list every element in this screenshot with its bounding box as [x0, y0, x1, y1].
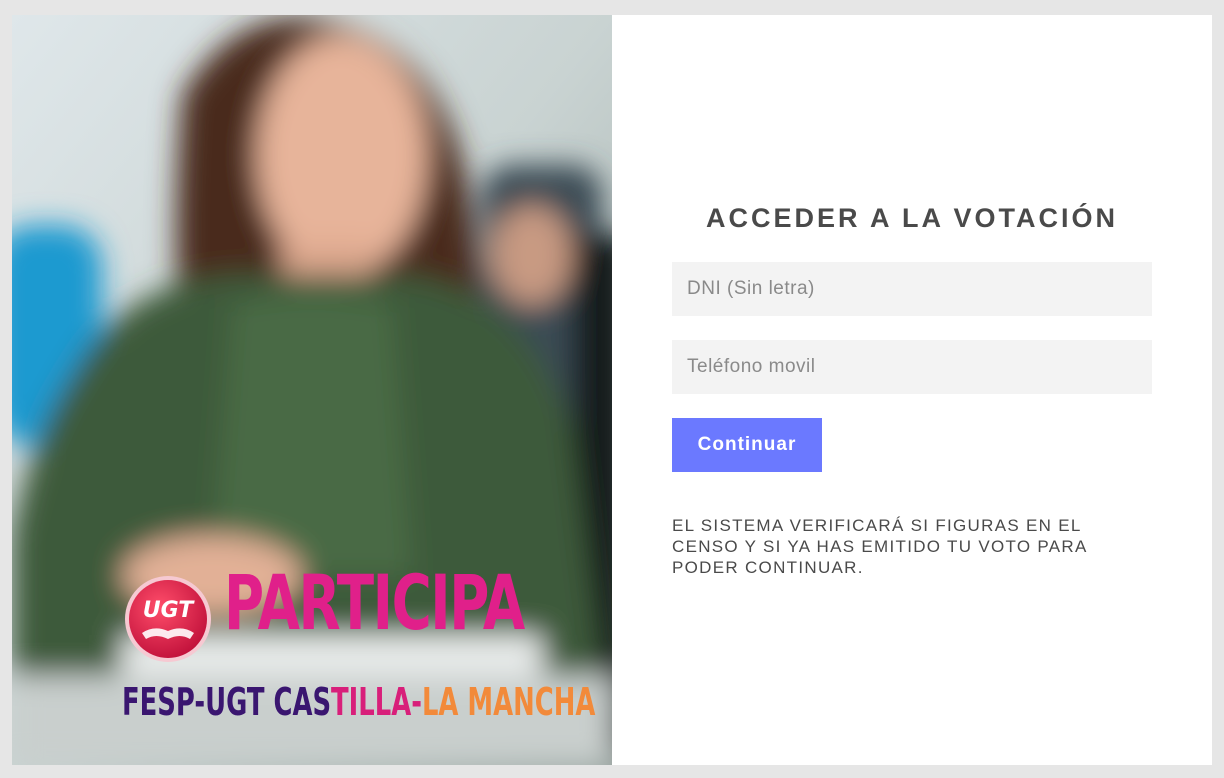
ugt-logo-icon: UGT [125, 576, 211, 662]
subline-part-3: LA MANCHA [421, 680, 596, 724]
subline-part-2: TILLA- [331, 680, 422, 724]
login-card: UGT PARTICIPA FESP-UGT CASTILLA-LA MANCH… [12, 15, 1212, 765]
dni-input[interactable] [672, 262, 1152, 316]
subline-part-1: FESP-UGT CAS [122, 680, 332, 724]
ugt-logo-text: UGT [143, 598, 196, 623]
phone-input[interactable] [672, 340, 1152, 394]
participa-branding: UGT PARTICIPA FESP-UGT CASTILLA-LA MANCH… [122, 565, 602, 731]
login-form-panel: ACCEDER A LA VOTACIÓN Continuar EL SISTE… [612, 15, 1212, 765]
hero-photo: UGT PARTICIPA FESP-UGT CASTILLA-LA MANCH… [12, 15, 612, 765]
fesp-ugt-subline: FESP-UGT CASTILLA-LA MANCHA [122, 683, 595, 721]
participa-headline: PARTICIPA [224, 558, 525, 647]
continue-button[interactable]: Continuar [672, 418, 822, 472]
census-notice: EL SISTEMA VERIFICARÁ SI FIGURAS EN EL C… [672, 516, 1087, 577]
form-title: ACCEDER A LA VOTACIÓN [706, 203, 1118, 233]
